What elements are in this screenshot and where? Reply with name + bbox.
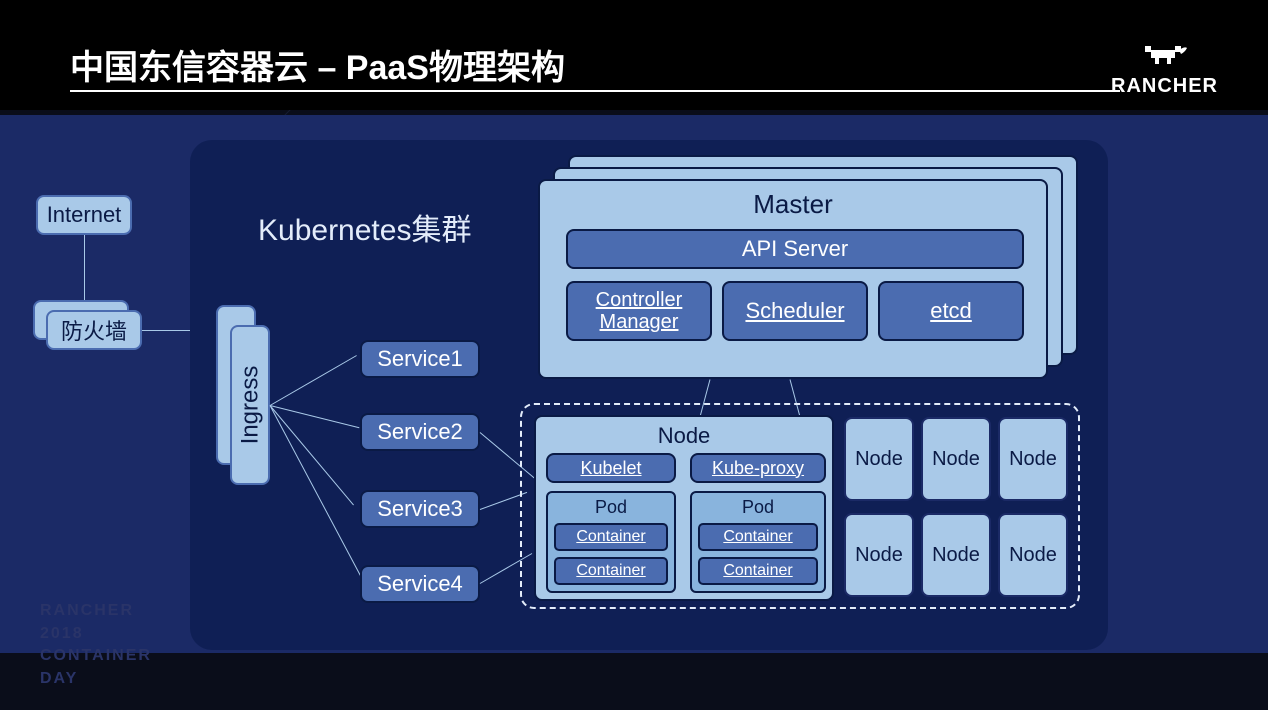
service3-box: Service3 [360,490,480,528]
node-small-4: Node [844,513,914,597]
api-server-box: API Server [566,229,1024,269]
brand-name: RANCHER [1111,75,1218,98]
cluster-label: Kubernetes集群 [258,205,471,249]
kubelet-box: Kubelet [546,453,676,483]
rancher-logo: RANCHER [1111,40,1218,98]
node-small-2: Node [921,417,991,501]
controller-manager-box: Controller Manager [566,281,712,341]
master-stack: Master API Server Controller Manager Sch… [538,155,1078,365]
internet-box: Internet [36,195,132,235]
firewall-box: 防火墙 [46,310,142,350]
scheduler-box: Scheduler [722,281,868,341]
node-detail-box: Node Kubelet Kube-proxy Pod Container Co… [534,415,834,601]
master-title: Master [540,189,1046,220]
pod2-box: Pod Container Container [690,491,826,593]
title-underline [70,90,1120,92]
node-small-5: Node [921,513,991,597]
pod1-box: Pod Container Container [546,491,676,593]
node-small-3: Node [998,417,1068,501]
pod1-container1: Container [554,523,668,551]
watermark: RANCHER 2018 CONTAINER DAY [40,600,152,690]
diagram-canvas: Internet 防火墙 Kubernetes集群 Ingress Servic… [0,115,1268,653]
node-title: Node [536,423,832,449]
pod1-label: Pod [548,497,674,518]
service2-box: Service2 [360,413,480,451]
cow-icon [1111,40,1218,75]
etcd-box: etcd [878,281,1024,341]
master-box: Master API Server Controller Manager Sch… [538,179,1048,379]
page-title: 中国东信容器云 – PaaS物理架构 [70,40,565,89]
ingress-box: Ingress [230,325,270,485]
node-small-6: Node [998,513,1068,597]
node-small-1: Node [844,417,914,501]
pod2-label: Pod [692,497,824,518]
pod1-container2: Container [554,557,668,585]
service4-box: Service4 [360,565,480,603]
node-area: Node Kubelet Kube-proxy Pod Container Co… [520,403,1080,609]
service1-box: Service1 [360,340,480,378]
kube-proxy-box: Kube-proxy [690,453,826,483]
pod2-container1: Container [698,523,818,551]
pod2-container2: Container [698,557,818,585]
slide-header: 中国东信容器云 – PaaS物理架构 RANCHER [0,0,1268,110]
